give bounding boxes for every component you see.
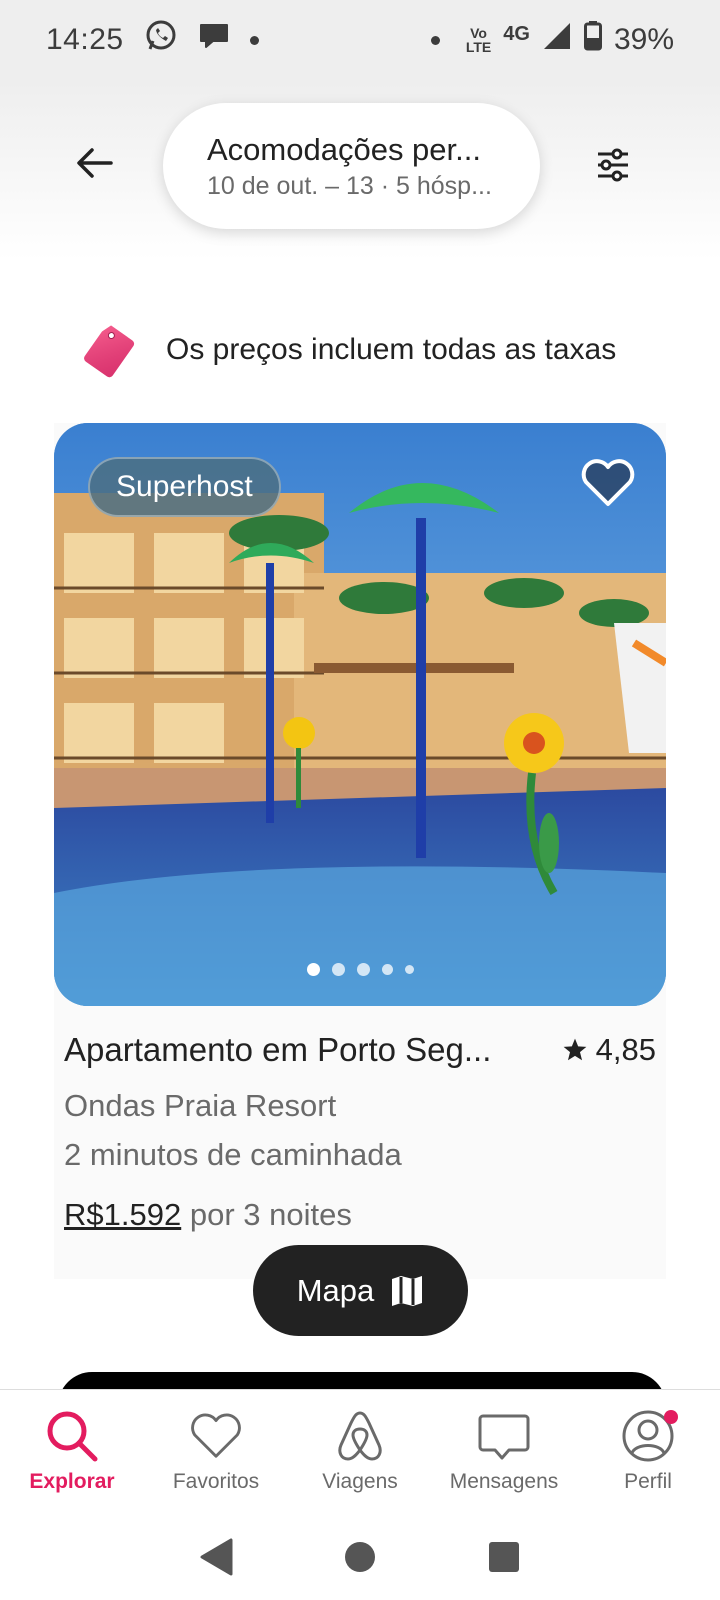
- map-button-label: Mapa: [296, 1272, 375, 1308]
- fees-banner: Os preços incluem todas as taxas: [80, 315, 680, 385]
- nav-label-favoritos: Favoritos: [172, 1470, 260, 1493]
- listing-subtitle: Ondas Praia Resort: [64, 1088, 337, 1123]
- nav-label-perfil: Perfil: [624, 1470, 672, 1493]
- carousel-dot: [306, 963, 320, 976]
- status-time: 14:25: [46, 23, 124, 56]
- nav-label-explorar: Explorar: [29, 1470, 115, 1493]
- notification-dot: [249, 35, 259, 45]
- nav-item-explorar[interactable]: Explorar: [0, 1390, 144, 1519]
- system-back-button[interactable]: [199, 1538, 233, 1581]
- volte-bottom: LTE: [465, 39, 492, 55]
- listing-price: R$1.592 por 3 noites: [64, 1197, 352, 1233]
- notification-badge: [664, 1410, 678, 1424]
- system-navigation-bar: [0, 1519, 720, 1600]
- listing-title: Apartamento em Porto Seg...: [64, 1031, 492, 1068]
- map-icon: [392, 1275, 423, 1306]
- sliders-icon: [598, 148, 628, 182]
- heart-icon: [581, 459, 635, 506]
- status-dot: [430, 35, 440, 45]
- back-button[interactable]: [70, 138, 120, 188]
- arrow-left-icon: [77, 148, 113, 178]
- filters-button[interactable]: [588, 140, 638, 190]
- carousel-dots: [54, 963, 666, 976]
- price-suffix: por 3 noites: [189, 1197, 352, 1232]
- carousel-dot: [404, 965, 414, 974]
- nav-item-perfil[interactable]: Perfil: [576, 1390, 720, 1519]
- heart-icon: [188, 1408, 244, 1464]
- map-button[interactable]: Mapa: [253, 1245, 468, 1336]
- app-screen: 14:25 Vo LTE 4G 39% Acomodações per... 1…: [0, 0, 720, 1600]
- network-type: 4G: [503, 22, 530, 45]
- search-summary-button[interactable]: Acomodações per... 10 de out. – 13 · 5 h…: [163, 103, 540, 229]
- star-icon: [563, 1038, 587, 1061]
- carousel-dot: [381, 964, 393, 975]
- listing-title-row: Apartamento em Porto Seg... 4,85: [64, 1031, 656, 1069]
- wishlist-heart-button[interactable]: [578, 455, 638, 511]
- whatsapp-icon: [144, 19, 178, 61]
- listing-card[interactable]: Superhost Apartamento em Porto Seg... 4,…: [54, 423, 666, 1279]
- rating-value: 4,85: [595, 1032, 656, 1067]
- listing-photo[interactable]: Superhost: [54, 423, 666, 1006]
- bottom-navigation: Explorar Favoritos Viagens Mensagens Per…: [0, 1389, 720, 1519]
- nav-item-favoritos[interactable]: Favoritos: [144, 1390, 288, 1519]
- price-amount[interactable]: R$1.592: [64, 1197, 181, 1232]
- circle-home-icon: [345, 1542, 375, 1572]
- carousel-dot: [356, 963, 370, 976]
- system-recents-button[interactable]: [487, 1540, 521, 1579]
- wifi-calling-icon: Vo LTE: [466, 26, 491, 54]
- system-home-button[interactable]: [343, 1540, 377, 1579]
- fees-banner-text: Os preços incluem todas as taxas: [166, 333, 617, 366]
- listing-rating: 4,85: [562, 1032, 656, 1068]
- nav-label-mensagens: Mensagens: [449, 1470, 559, 1493]
- battery-percentage: 39%: [613, 23, 674, 56]
- price-tag-icon: [80, 317, 140, 384]
- superhost-badge: Superhost: [88, 457, 281, 517]
- square-recents-icon: [489, 1542, 519, 1572]
- airbnb-logo-icon: [332, 1408, 388, 1464]
- nav-label-viagens: Viagens: [322, 1470, 398, 1493]
- triangle-back-icon: [200, 1538, 233, 1576]
- listing-distance: 2 minutos de caminhada: [64, 1137, 402, 1172]
- message-icon: [476, 1408, 532, 1464]
- search-title: Acomodações per...: [207, 131, 481, 167]
- search-subtitle: 10 de out. – 13 · 5 hósp...: [207, 171, 492, 200]
- search-icon: [44, 1408, 100, 1464]
- status-bar: 14:25 Vo LTE 4G 39%: [0, 0, 720, 80]
- chat-bubble-icon: [198, 21, 230, 59]
- signal-icon: [542, 21, 572, 59]
- battery-icon: [583, 21, 602, 59]
- carousel-dot: [331, 963, 345, 976]
- nav-item-viagens[interactable]: Viagens: [288, 1390, 432, 1519]
- nav-item-mensagens[interactable]: Mensagens: [432, 1390, 576, 1519]
